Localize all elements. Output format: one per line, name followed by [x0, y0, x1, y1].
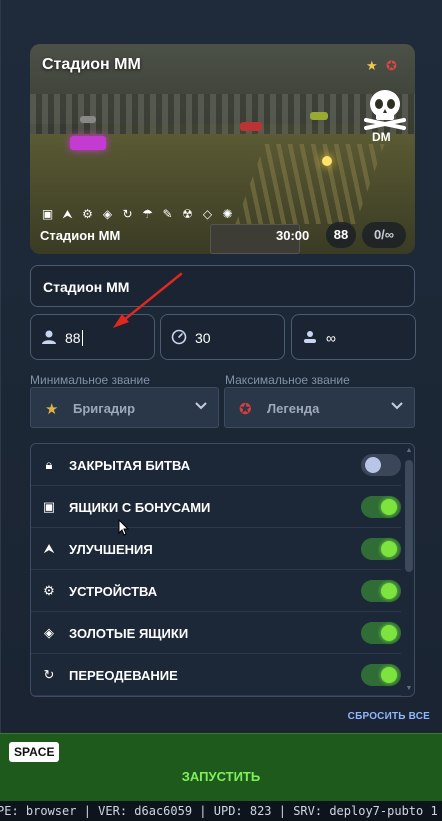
clock-icon — [171, 329, 187, 345]
preview-map-name: Стадион ММ — [40, 228, 121, 243]
setting-label: ЯЩИКИ С БОНУСАМИ — [69, 500, 211, 515]
setting-label: ЗАКРЫТАЯ БИТВА — [69, 458, 191, 473]
setting-label: УСТРОЙСТВА — [69, 584, 158, 599]
setting-row-reequip[interactable]: ↻ ПЕРЕОДЕВАНИЕ — [31, 654, 401, 696]
build-info-text: PE: browser | VER: d6ac6059 | UPD: 823 |… — [0, 804, 438, 818]
deathmatch-skull-icon — [364, 90, 406, 130]
wrench-icon: ✎ — [162, 207, 173, 221]
battle-settings-list: 🔒︎ ЗАКРЫТАЯ БИТВА ▣ ЯЩИКИ С БОНУСАМИ ⮝ У… — [30, 443, 415, 697]
setting-row-upgrades[interactable]: ⮝ УЛУЧШЕНИЯ — [31, 528, 401, 570]
brigadier-rank-icon: ★ — [45, 401, 59, 418]
private-battle-toggle[interactable] — [361, 454, 401, 476]
devices-toggle[interactable] — [361, 580, 401, 602]
score-limit-value: ∞ — [326, 330, 336, 346]
chevron-down-icon — [195, 402, 207, 410]
setting-row-private-battle[interactable]: 🔒︎ ЗАКРЫТАЯ БИТВА — [31, 444, 401, 486]
refresh-icon: ↻ — [43, 667, 55, 682]
max-rank-select[interactable]: ✪ Легенда — [224, 387, 415, 428]
preview-title: Стадион ММ — [42, 56, 141, 73]
score-limit-input[interactable]: ∞ — [291, 314, 416, 360]
legend-rank-icon: ✪ — [239, 401, 252, 418]
feature-icons: ▣ ⮝ ⚙ ◈ ↻ ☂ ✎ ☢ ◇ ✺ — [40, 207, 235, 222]
mode-label: DM — [372, 130, 391, 144]
players-limit-input[interactable]: 88 — [30, 314, 155, 360]
setting-label: ЗОЛОТЫЕ ЯЩИКИ — [69, 626, 189, 641]
min-rank-value: Бригадир — [73, 401, 136, 416]
max-rank-value: Легенда — [267, 401, 320, 416]
tank-sprite — [70, 136, 106, 150]
upgrades-icon: ⮝ — [62, 207, 73, 221]
preview-time: 30:00 — [276, 228, 310, 243]
nuclear-icon: ☢ — [182, 207, 193, 221]
max-rank-label: Максимальное звание — [225, 373, 350, 387]
ruler-icon: ◇ — [202, 207, 213, 221]
min-rank-label: Минимальное звание — [30, 373, 150, 387]
score-limit-pill: 0/∞ — [362, 222, 406, 248]
spark-icon: ✺ — [222, 207, 233, 221]
lock-icon: 🔒︎ — [45, 457, 53, 472]
scrollbar-thumb[interactable] — [405, 460, 413, 572]
launch-label: ЗАПУСТИТЬ — [181, 769, 261, 784]
gear-icon: ⚙ — [43, 583, 55, 598]
tank-sprite — [310, 112, 328, 120]
reequip-toggle[interactable] — [361, 664, 401, 686]
tank-sprite — [80, 116, 96, 123]
setting-row-bonus-boxes[interactable]: ▣ ЯЩИКИ С БОНУСАМИ — [31, 486, 401, 528]
crate-icon: ▣ — [42, 499, 56, 514]
gold-box-icon: ◈ — [44, 625, 54, 640]
setting-row-gold-boxes[interactable]: ◈ ЗОЛОТЫЕ ЯЩИКИ — [31, 612, 401, 654]
mouse-cursor-icon — [118, 519, 130, 536]
map-preview-card: Стадион ММ ★ ✪ DM ▣ ⮝ ⚙ ◈ ↻ ☂ ✎ ☢ ◇ ✺ Ст… — [30, 44, 415, 254]
gold-boxes-toggle[interactable] — [361, 622, 401, 644]
chevron-down-icon — [391, 402, 403, 410]
scroll-up-icon[interactable]: ▲ — [405, 447, 413, 455]
player-icon — [42, 330, 56, 344]
gear-icon: ⚙ — [82, 207, 93, 221]
launch-button[interactable]: SPACE ЗАПУСТИТЬ — [0, 733, 442, 801]
scroll-down-icon[interactable]: ▼ — [405, 685, 413, 693]
players-limit-value: 88 — [65, 330, 81, 346]
bonus-boxes-toggle[interactable] — [361, 496, 401, 518]
score-icon — [304, 331, 316, 343]
time-limit-value: 30 — [195, 330, 211, 346]
setting-label: ПЕРЕОДЕВАНИЕ — [69, 668, 178, 683]
hotkey-badge: SPACE — [9, 742, 60, 762]
refresh-icon: ↻ — [122, 207, 133, 221]
setting-row-devices[interactable]: ⚙ УСТРОЙСТВА — [31, 570, 401, 612]
min-rank-select[interactable]: ★ Бригадир — [30, 387, 219, 428]
crate-icon: ▣ — [41, 207, 54, 221]
tank-sprite — [240, 122, 262, 131]
text-caret — [81, 330, 83, 346]
setting-label: УЛУЧШЕНИЯ — [69, 542, 153, 557]
battle-name-value: Стадион ММ — [43, 279, 130, 295]
players-pill: 88 — [326, 222, 356, 248]
min-rank-icon: ★ — [366, 58, 378, 73]
battle-name-input[interactable]: Стадион ММ — [30, 265, 415, 307]
reset-all-button[interactable]: СБРОСИТЬ ВСЕ — [348, 711, 430, 722]
parachute-icon: ☂ — [142, 207, 153, 221]
build-info-bar: PE: browser | VER: d6ac6059 | UPD: 823 |… — [0, 801, 442, 821]
gold-box-icon: ◈ — [102, 207, 113, 221]
max-rank-icon: ✪ — [386, 58, 397, 73]
upgrades-toggle[interactable] — [361, 538, 401, 560]
battle-create-panel: Стадион ММ ★ ✪ DM ▣ ⮝ ⚙ ◈ ↻ ☂ ✎ ☢ ◇ ✺ Ст… — [0, 0, 442, 733]
settings-scrollbar[interactable]: ▲ ▼ — [403, 444, 414, 696]
upgrades-icon: ⮝ — [43, 541, 55, 556]
time-limit-input[interactable]: 30 — [160, 314, 285, 360]
